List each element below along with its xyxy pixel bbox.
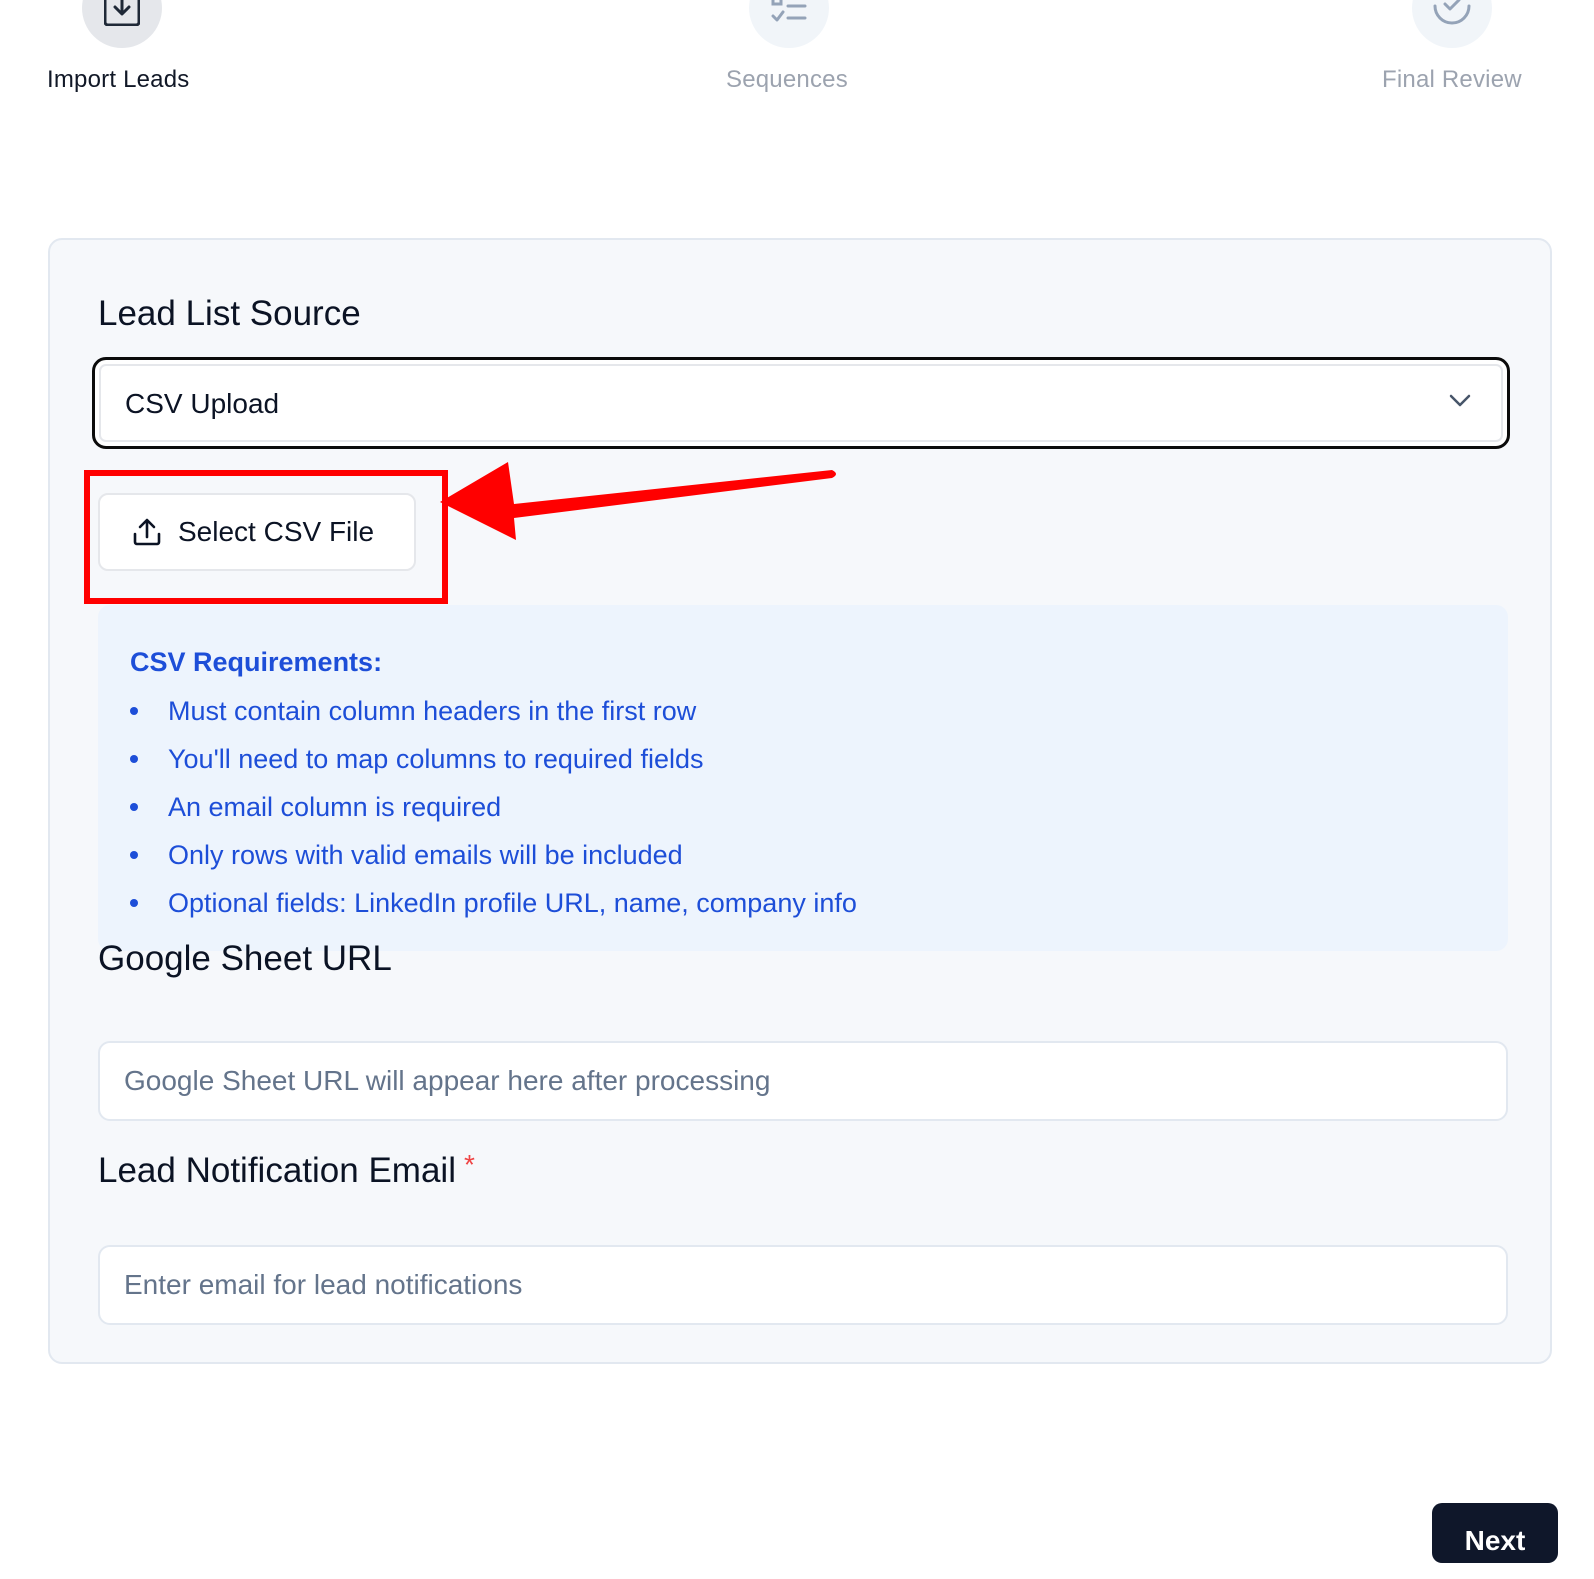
step-sequences-circle — [749, 0, 829, 48]
required-marker: * — [463, 1149, 475, 1180]
requirement-text: You'll need to map columns to required f… — [168, 744, 704, 774]
step-sequences-label: Sequences — [726, 66, 848, 93]
list-item: An email column is required — [130, 783, 1476, 831]
step-final-review-circle — [1412, 0, 1492, 48]
step-import-leads-label: Import Leads — [47, 66, 190, 93]
list-item: Only rows with valid emails will be incl… — [130, 831, 1476, 879]
csv-requirements-list: Must contain column headers in the first… — [130, 687, 1476, 927]
annotation-arrow-icon — [440, 462, 836, 540]
lead-source-select[interactable]: CSV Upload — [92, 357, 1510, 449]
lead-source-selected-value: CSV Upload — [125, 388, 280, 419]
chevron-down-icon — [1449, 394, 1471, 407]
step-import-leads-circle — [82, 0, 162, 48]
bullet-icon — [130, 851, 138, 859]
check-circle-icon — [1433, 0, 1471, 25]
list-item: You'll need to map columns to required f… — [130, 735, 1476, 783]
annotation-highlight-box — [84, 470, 448, 604]
import-icon — [104, 0, 140, 26]
next-button[interactable]: Next — [1432, 1503, 1558, 1563]
requirement-text: An email column is required — [168, 792, 502, 822]
lead-notification-email-label: Lead Notification Email * — [98, 1149, 475, 1191]
list-item: Optional fields: LinkedIn profile URL, n… — [130, 879, 1476, 927]
google-sheet-url-input[interactable] — [98, 1041, 1508, 1121]
step-final-review-label: Final Review — [1382, 66, 1522, 93]
bullet-icon — [130, 707, 138, 715]
bullet-icon — [130, 899, 138, 907]
csv-requirements-panel: CSV Requirements: Must contain column he… — [98, 605, 1508, 951]
lead-notification-email-label-text: Lead Notification Email — [98, 1151, 456, 1190]
requirement-text: Only rows with valid emails will be incl… — [168, 840, 683, 870]
google-sheet-url-label: Google Sheet URL — [98, 939, 392, 978]
requirement-text: Optional fields: LinkedIn profile URL, n… — [168, 888, 857, 918]
requirement-text: Must contain column headers in the first… — [168, 696, 697, 726]
list-item: Must contain column headers in the first… — [130, 687, 1476, 735]
lead-notification-email-input[interactable] — [98, 1245, 1508, 1325]
csv-requirements-title: CSV Requirements: — [130, 647, 383, 677]
bullet-icon — [130, 803, 138, 811]
list-check-icon — [771, 0, 807, 22]
bullet-icon — [130, 755, 138, 763]
lead-list-source-label: Lead List Source — [98, 294, 361, 333]
